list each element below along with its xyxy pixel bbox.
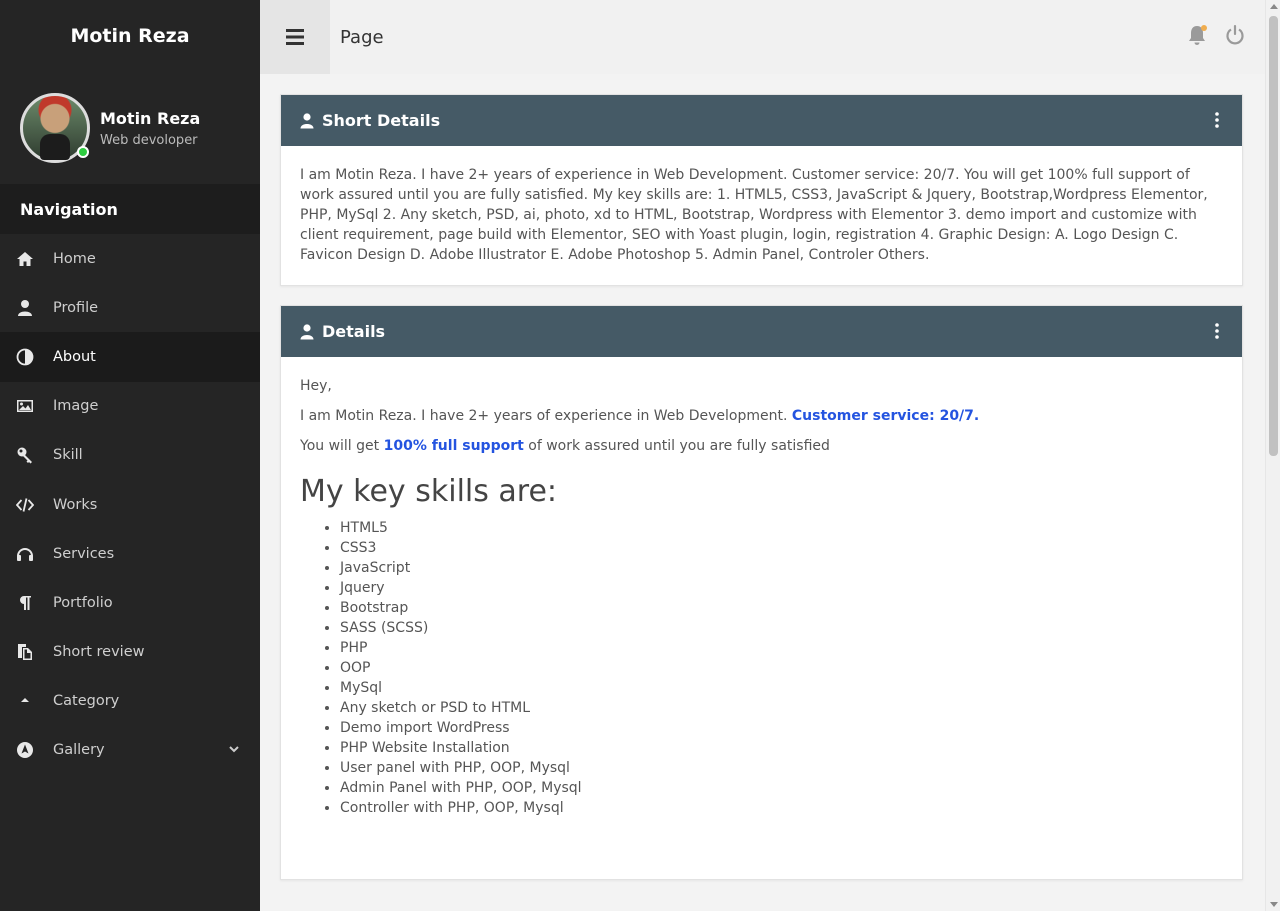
sidebar-item-image[interactable]: Image: [0, 382, 260, 431]
card-title: Short Details: [322, 111, 441, 130]
eject-icon: [16, 692, 34, 710]
list-item: Admin Panel with PHP, OOP, Mysql: [340, 778, 1223, 798]
list-item: Any sketch or PSD to HTML: [340, 698, 1223, 718]
list-item: Jquery: [340, 578, 1223, 598]
sidebar-item-label: Skill: [53, 447, 83, 464]
notification-dot: [1201, 25, 1207, 31]
code-icon: [16, 496, 34, 514]
notification-button[interactable]: [1187, 24, 1207, 46]
list-item: PHP: [340, 638, 1223, 658]
list-item: User panel with PHP, OOP, Mysql: [340, 758, 1223, 778]
image-icon: [16, 397, 34, 415]
sidebar-item-label: About: [53, 348, 96, 365]
list-item: CSS3: [340, 538, 1223, 558]
list-item: Demo import WordPress: [340, 718, 1223, 738]
scroll-down-arrow-icon[interactable]: [1270, 902, 1278, 907]
sidebar-item-about[interactable]: About: [0, 332, 260, 382]
sidebar-nav: Home Profile About Image Skill Works Ser…: [0, 234, 260, 775]
sidebar-item-skill[interactable]: Skill: [0, 431, 260, 480]
intro-highlight: Customer service: 20/7.: [791, 408, 980, 424]
support-suffix: of work assured until you are fully sati…: [528, 438, 830, 454]
sidebar-item-label: Profile: [53, 299, 99, 316]
skills-list: HTML5 CSS3 JavaScript Jquery Bootstrap S…: [300, 518, 1223, 818]
nav-heading: Navigation: [0, 184, 260, 234]
list-item: OOP: [340, 658, 1223, 678]
details-card: Details Hey, I am Motin Reza. I have 2+ …: [280, 305, 1243, 880]
sidebar-item-profile[interactable]: Profile: [0, 283, 260, 332]
user-panel: Motin Reza Web devoloper: [0, 72, 260, 184]
topbar: Page: [260, 0, 1265, 74]
user-name: Motin Reza: [100, 108, 201, 128]
sidebar-item-label: Category: [53, 693, 120, 710]
list-item: HTML5: [340, 518, 1223, 538]
card-header: Details: [281, 306, 1242, 357]
intro-text: I am Motin Reza. I have 2+ years of expe…: [300, 408, 788, 424]
short-details-text: I am Motin Reza. I have 2+ years of expe…: [300, 167, 1208, 263]
sidebar-item-category[interactable]: Category: [0, 677, 260, 726]
kebab-menu-icon[interactable]: [1214, 112, 1220, 128]
power-icon: [1226, 25, 1244, 45]
key-icon: [16, 446, 34, 464]
sidebar-item-label: Home: [53, 250, 96, 267]
list-item: Bootstrap: [340, 598, 1223, 618]
card-header: Short Details: [281, 95, 1242, 146]
sidebar-item-gallery[interactable]: Gallery: [0, 726, 260, 775]
support-prefix: You will get: [300, 438, 380, 454]
sidebar-item-label: Gallery: [53, 742, 105, 759]
support-paragraph: You will get 100% full support of work a…: [300, 436, 1223, 456]
copy-icon: [16, 643, 34, 661]
skills-heading: My key skills are:: [300, 474, 558, 509]
sidebar-item-label: Works: [53, 496, 98, 513]
contrast-icon: [16, 348, 34, 366]
online-status-dot: [77, 146, 89, 158]
sidebar-item-label: Services: [53, 545, 115, 562]
sidebar-item-label: Portfolio: [53, 594, 113, 611]
scroll-up-arrow-icon[interactable]: [1270, 4, 1278, 9]
support-highlight: 100% full support: [383, 438, 524, 454]
list-item: PHP Website Installation: [340, 738, 1223, 758]
card-title: Details: [322, 322, 386, 341]
greeting-text: Hey,: [300, 378, 332, 394]
short-details-card: Short Details I am Motin Reza. I have 2+…: [280, 94, 1243, 286]
user-icon: [300, 323, 314, 340]
page-scrollbar[interactable]: [1265, 0, 1280, 911]
list-item: JavaScript: [340, 558, 1223, 578]
list-item: MySql: [340, 678, 1223, 698]
scrollbar-thumb[interactable]: [1269, 16, 1278, 456]
sidebar-item-short-review[interactable]: Short review: [0, 628, 260, 677]
sidebar-item-works[interactable]: Works: [0, 480, 260, 529]
sidebar-item-portfolio[interactable]: Portfolio: [0, 578, 260, 627]
page-title: Page: [340, 26, 384, 48]
user-icon: [300, 112, 314, 129]
user-role: Web devoloper: [100, 132, 198, 148]
sidebar-item-label: Image: [53, 398, 99, 415]
brand-title[interactable]: Motin Reza: [0, 0, 260, 72]
list-item: SASS (SCSS): [340, 618, 1223, 638]
intro-paragraph: I am Motin Reza. I have 2+ years of expe…: [300, 406, 1223, 426]
logout-button[interactable]: [1225, 24, 1245, 46]
menu-toggle-button[interactable]: [260, 0, 330, 74]
home-icon: [16, 250, 34, 268]
hamburger-icon: [286, 29, 304, 45]
kebab-menu-icon[interactable]: [1214, 323, 1220, 339]
compass-icon: [16, 741, 34, 759]
chevron-down-icon[interactable]: [228, 743, 240, 755]
avatar[interactable]: [20, 93, 90, 163]
sidebar: Motin Reza Motin Reza Web devoloper Navi…: [0, 0, 260, 911]
headphones-icon: [16, 545, 34, 563]
sidebar-item-label: Short review: [53, 644, 145, 661]
list-item: Controller with PHP, OOP, Mysql: [340, 798, 1223, 818]
sidebar-item-services[interactable]: Services: [0, 529, 260, 578]
sidebar-item-home[interactable]: Home: [0, 234, 260, 283]
user-icon: [16, 299, 34, 317]
paragraph-icon: [16, 594, 34, 612]
